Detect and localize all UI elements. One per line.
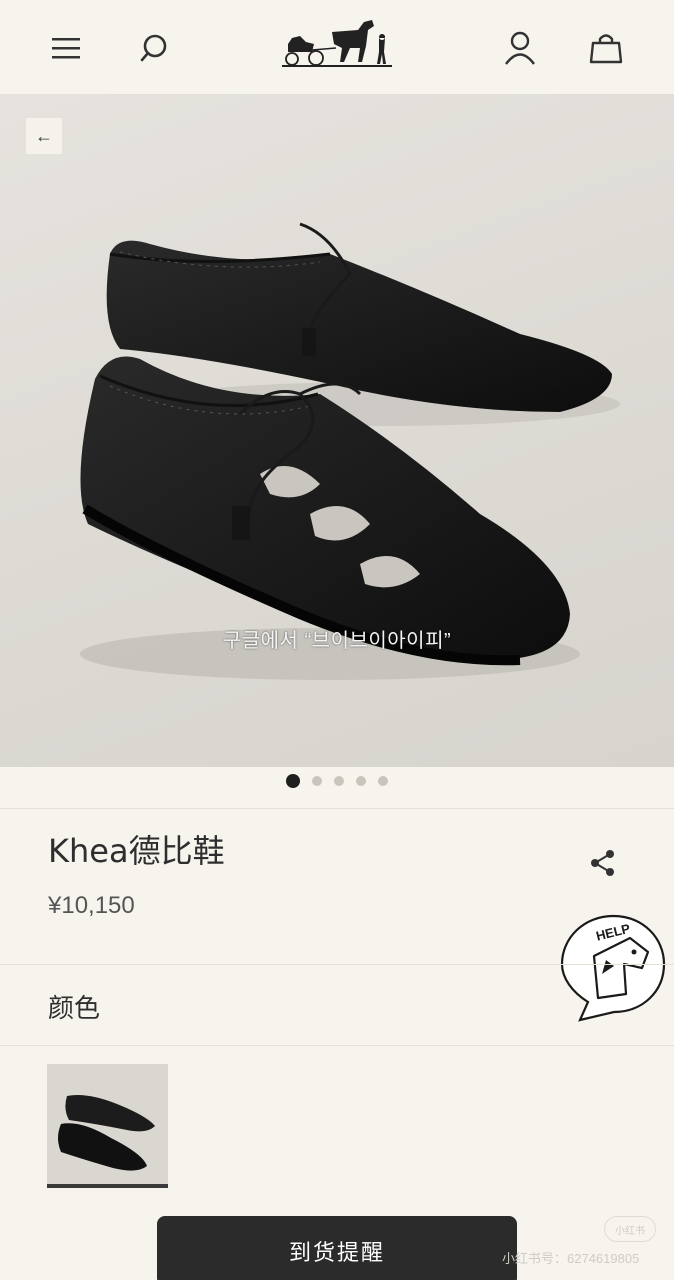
shopping-bag-icon (589, 34, 623, 64)
top-header (0, 0, 674, 94)
carousel-dot[interactable] (356, 776, 366, 786)
help-dog-bubble-icon: HELP (560, 914, 666, 1022)
divider (0, 808, 674, 809)
carousel-pagination (0, 774, 674, 788)
product-price: ¥10,150 (48, 892, 135, 919)
share-button[interactable] (588, 848, 618, 878)
watermark-badge: 小红书 (604, 1216, 656, 1242)
carousel-dot[interactable] (334, 776, 344, 786)
color-section-label: 颜色 (48, 994, 101, 1024)
watermark-text: 小红书号：6274619805 (502, 1251, 640, 1266)
share-icon (591, 850, 614, 876)
user-icon (505, 31, 535, 65)
product-image-carousel[interactable] (0, 94, 674, 767)
color-swatch-black[interactable] (47, 1064, 168, 1188)
back-button[interactable]: ← (26, 118, 62, 154)
back-arrow-icon: ← (35, 125, 53, 146)
menu-button[interactable] (46, 28, 86, 68)
account-button[interactable] (500, 28, 540, 68)
help-chat-button[interactable]: HELP (558, 912, 668, 1022)
notify-when-available-button[interactable]: 到货提醒 (157, 1216, 517, 1280)
hamburger-menu-icon (52, 38, 80, 59)
swatch-thumbnail (47, 1064, 168, 1184)
divider (0, 964, 674, 965)
divider (0, 1045, 674, 1046)
cart-button[interactable] (586, 28, 626, 68)
image-overlay-text: 구글에서 “브이브이아이피” (222, 630, 452, 652)
hermes-carriage-logo[interactable] (278, 14, 396, 72)
carousel-dot[interactable] (378, 776, 388, 786)
product-photo-shoes (80, 222, 620, 680)
carousel-dot[interactable] (312, 776, 322, 786)
carousel-dot[interactable] (286, 774, 300, 788)
product-title: Khea德比鞋 (48, 832, 225, 870)
search-icon (140, 34, 167, 62)
search-button[interactable] (134, 28, 174, 68)
